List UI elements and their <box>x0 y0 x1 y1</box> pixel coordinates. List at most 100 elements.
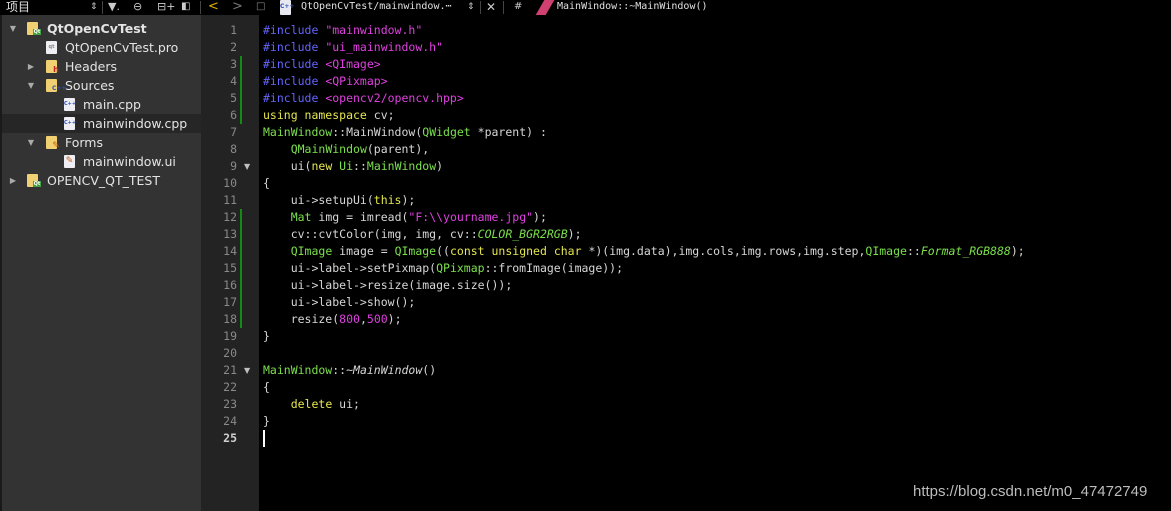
line-number: 12 <box>223 210 237 224</box>
cpp-file-icon: C++ <box>64 117 76 130</box>
tree-item-qtopencvtest[interactable]: ▼ Qt QtOpenCvTest <box>2 19 201 38</box>
code-line[interactable]: #include <opencv2/opencv.hpp> <box>263 90 464 107</box>
code-line[interactable]: Mat img = imread("F:\\yourname.jpg"); <box>263 209 547 226</box>
code-line[interactable]: #include <QPixmap> <box>263 73 388 90</box>
lock-icon[interactable]: □ <box>256 0 265 15</box>
line-number: 8 <box>230 142 237 156</box>
code-token: *)(img.data),img.cols,img.rows,img.step, <box>581 244 866 258</box>
code-token: "mainwindow.h" <box>325 23 423 37</box>
tree-item-main-cpp[interactable]: C++ main.cpp <box>2 95 201 114</box>
line-number: 14 <box>223 244 237 258</box>
line-number: 9 <box>230 159 237 173</box>
fold-arrow-icon[interactable]: ▼ <box>244 158 250 175</box>
code-line[interactable]: resize(800,500); <box>263 311 402 328</box>
open-file-name[interactable]: QtOpenCvTest/mainwindow.⋯ <box>301 0 452 15</box>
code-line[interactable]: ui->label->resize(image.size()); <box>263 277 513 294</box>
tree-item-opencv-qt-test[interactable]: ▶ Qt OPENCV_QT_TEST <box>2 171 201 190</box>
code-line[interactable]: MainWindow::~MainWindow() <box>263 362 436 379</box>
arrow-down-icon[interactable]: ▼ <box>26 76 36 95</box>
divider <box>503 1 504 14</box>
code-line[interactable]: #include "mainwindow.h" <box>263 22 422 39</box>
code-line[interactable]: QMainWindow(parent), <box>263 141 429 158</box>
code-token: ::fromImage(image)); <box>484 261 624 275</box>
code-token: "F:\\yourname.jpg" <box>408 210 534 224</box>
code-token: ) <box>436 159 444 173</box>
code-line[interactable]: #include <QImage> <box>263 56 381 73</box>
divider <box>102 1 103 14</box>
code-token: (parent), <box>366 142 430 156</box>
tree-item-label: mainwindow.ui <box>83 154 176 169</box>
code-token: { <box>263 380 270 394</box>
code-token: QPixmap <box>436 261 485 275</box>
code-token: ui; <box>332 397 360 411</box>
code-token: ui->label->setPixmap( <box>263 261 437 275</box>
code-line[interactable]: ui->label->show(); <box>263 294 416 311</box>
code-line[interactable]: } <box>263 328 270 345</box>
code-token: this <box>373 193 402 207</box>
line-number: 18 <box>223 312 237 326</box>
code-token: , <box>359 312 367 326</box>
close-sidebar-icon[interactable]: ◧ <box>181 0 190 15</box>
code-line[interactable]: MainWindow::MainWindow(QWidget *parent) … <box>263 124 547 141</box>
code-token: delete <box>290 397 333 411</box>
code-token: ui->label->resize(image.size()); <box>263 278 513 292</box>
tree-item-label: Forms <box>65 135 104 150</box>
code-line[interactable]: { <box>263 175 270 192</box>
code-line[interactable]: ui->label->setPixmap(QPixmap::fromImage(… <box>263 260 623 277</box>
code-token: const unsigned char <box>449 244 582 258</box>
code-token: new <box>311 159 340 173</box>
code-token: Format_RGB888 <box>920 244 1011 258</box>
code-line[interactable]: QImage image = QImage((const unsigned ch… <box>263 243 1025 260</box>
code-line[interactable]: { <box>263 379 270 396</box>
code-line[interactable]: ui->setupUi(this); <box>263 192 416 209</box>
forward-icon[interactable]: > <box>232 0 243 15</box>
arrow-down-icon[interactable]: ▼ <box>26 133 36 152</box>
panel-title: 项目 <box>6 0 31 14</box>
code-token: img = imread( <box>311 210 409 224</box>
tree-item-forms[interactable]: ▼ ✎ Forms <box>2 133 201 152</box>
line-number: 6 <box>230 108 237 122</box>
change-marker <box>240 56 242 124</box>
line-number: 5 <box>230 91 237 105</box>
arrow-right-icon[interactable]: ▶ <box>26 57 36 76</box>
code-token: ); <box>387 312 402 326</box>
tree-item-sources[interactable]: ▼ C++ Sources <box>2 76 201 95</box>
close-file-icon[interactable]: ✕ <box>486 0 496 15</box>
code-line[interactable]: } <box>263 413 270 430</box>
fold-arrow-icon[interactable]: ▼ <box>244 362 250 379</box>
link-editor-icon[interactable]: ⊖ <box>133 0 142 15</box>
code-line[interactable]: delete ui; <box>263 396 360 413</box>
pro-file-icon: qt <box>46 41 57 54</box>
code-line[interactable]: using namespace cv; <box>263 107 395 124</box>
code-line[interactable]: ui(new Ui::MainWindow) <box>263 158 443 175</box>
code-token: QImage <box>290 244 333 258</box>
tree-item-headers[interactable]: ▶ h Headers <box>2 57 201 76</box>
back-icon[interactable]: < <box>208 0 219 15</box>
ui-file-icon: ✎ <box>64 155 75 168</box>
arrow-right-icon[interactable]: ▶ <box>8 171 18 190</box>
line-number: 24 <box>223 414 237 428</box>
qt-badge: Qt <box>33 181 41 187</box>
code-token: <QImage> <box>325 57 381 71</box>
qt-project-icon: Qt <box>27 22 41 35</box>
code-token: Mat <box>290 210 312 224</box>
code-editor[interactable]: #include "mainwindow.h" #include "ui_main… <box>259 15 1171 511</box>
current-symbol[interactable]: MainWindow::~MainWindow() <box>557 0 708 15</box>
tree-item-mainwindow-cpp[interactable]: C++ mainwindow.cpp <box>2 114 201 133</box>
tree-item-mainwindow-ui[interactable]: ✎ mainwindow.ui <box>2 152 201 171</box>
file-dropdown-icon[interactable]: ⇕ <box>467 0 475 15</box>
forms-folder-icon: ✎ <box>46 136 60 151</box>
split-icon[interactable]: ⊟+ <box>157 0 175 15</box>
code-token: QImage <box>865 244 907 258</box>
tree-item-pro-file[interactable]: qt QtOpenCvTest.pro <box>2 38 201 57</box>
code-line[interactable]: cv::cvtColor(img, img, cv::COLOR_BGR2RGB… <box>263 226 582 243</box>
tree-item-label: Sources <box>65 78 115 93</box>
code-line[interactable]: #include "ui_mainwindow.h" <box>263 39 443 56</box>
panel-selector-icon[interactable]: ⇕ <box>90 0 98 15</box>
code-token: ui( <box>263 159 312 173</box>
filter-icon[interactable]: ▼. <box>108 0 120 15</box>
code-token: COLOR_BGR2RGB <box>477 227 568 241</box>
hash-icon[interactable]: # <box>514 0 522 15</box>
arrow-down-icon[interactable]: ▼ <box>8 19 18 38</box>
